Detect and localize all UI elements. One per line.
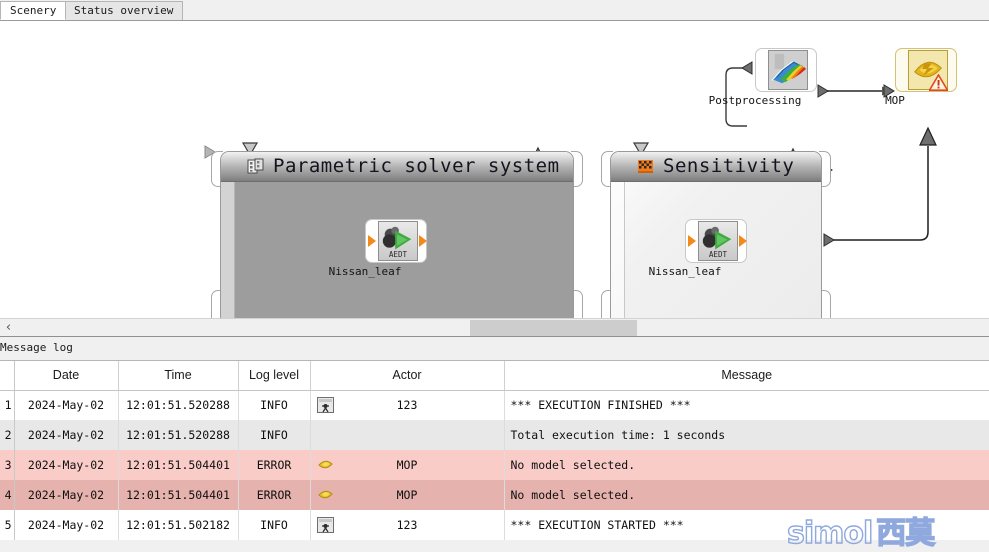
cell-time: 12:01:51.520288 bbox=[118, 420, 239, 450]
cell-rownum: 5 bbox=[0, 510, 15, 540]
cell-time: 12:01:51.502182 bbox=[118, 510, 239, 540]
cell-message: Total execution time: 1 seconds bbox=[504, 420, 989, 450]
aedt-icon: AEDT bbox=[378, 221, 418, 261]
cell-loglevel: ERROR bbox=[238, 480, 311, 510]
cell-actor: MOP bbox=[310, 480, 505, 510]
system-parametric-solver[interactable]: Parametric solver system AEDT Nissan_lea… bbox=[211, 151, 583, 318]
system-title: Parametric solver system bbox=[273, 155, 560, 177]
table-header-row: Date Time Log level Actor Message bbox=[0, 361, 989, 391]
cell-actor-text: MOP bbox=[396, 488, 418, 502]
node-output-port[interactable] bbox=[739, 235, 747, 247]
tab-status-overview[interactable]: Status overview bbox=[64, 1, 184, 20]
cell-actor: MOP bbox=[310, 450, 505, 480]
column-header-time[interactable]: Time bbox=[118, 361, 239, 391]
cell-actor bbox=[310, 420, 505, 450]
cell-message: *** EXECUTION FINISHED *** bbox=[504, 390, 989, 420]
system-small-icon bbox=[316, 517, 334, 533]
mop-small-icon bbox=[317, 460, 333, 469]
checkered-flag-icon bbox=[638, 160, 653, 173]
cell-loglevel: ERROR bbox=[238, 450, 311, 480]
column-header-rownum[interactable] bbox=[0, 361, 15, 391]
tab-scenery-label: Scenery bbox=[10, 4, 57, 17]
system-left-strip bbox=[611, 182, 625, 318]
cell-actor-text: MOP bbox=[396, 458, 418, 472]
system-small-icon bbox=[316, 397, 334, 414]
system-sensitivity[interactable]: Sensitivity AEDT Nissan_leaf bbox=[601, 151, 831, 318]
cell-loglevel: INFO bbox=[238, 510, 311, 540]
application-window: Scenery Status overview Parametric solve… bbox=[0, 0, 989, 552]
cell-message: *** EXECUTION STARTED *** bbox=[504, 510, 989, 540]
scrollbar-thumb[interactable] bbox=[470, 320, 637, 336]
table-row[interactable]: 2 2024-May-02 12:01:51.520288 INFO Total… bbox=[0, 420, 989, 450]
cell-message: No model selected. bbox=[504, 480, 989, 510]
system-title: Sensitivity bbox=[663, 155, 795, 177]
aedt-icon: AEDT bbox=[698, 221, 738, 261]
table-row[interactable]: 3 2024-May-02 12:01:51.504401 ERROR MOP … bbox=[0, 450, 989, 480]
svg-text:AEDT: AEDT bbox=[709, 250, 728, 259]
table-row[interactable]: 4 2024-May-02 12:01:51.504401 ERROR MOP … bbox=[0, 480, 989, 510]
cell-actor: 123 bbox=[310, 390, 505, 420]
workflow-canvas[interactable]: Parametric solver system AEDT Nissan_lea… bbox=[0, 21, 989, 318]
tab-scenery[interactable]: Scenery bbox=[0, 1, 67, 20]
node-input-port[interactable] bbox=[688, 235, 696, 247]
cell-time: 12:01:51.520288 bbox=[118, 390, 239, 420]
cell-date: 2024-May-02 bbox=[14, 510, 119, 540]
cell-date: 2024-May-02 bbox=[14, 480, 119, 510]
cell-message: No model selected. bbox=[504, 450, 989, 480]
message-log-table[interactable]: Date Time Log level Actor Message 1 2024… bbox=[0, 361, 989, 540]
tab-status-overview-label: Status overview bbox=[74, 4, 174, 17]
column-header-actor[interactable]: Actor bbox=[310, 361, 505, 391]
cell-actor-text: 123 bbox=[396, 398, 418, 413]
message-log-panel: Message log Date Time Log level Actor Me… bbox=[0, 337, 989, 552]
cell-actor: 123 bbox=[310, 510, 505, 540]
node-label: Nissan_leaf bbox=[648, 265, 722, 278]
svg-text:AEDT: AEDT bbox=[389, 250, 408, 259]
cell-rownum: 2 bbox=[0, 420, 15, 450]
cell-rownum: 1 bbox=[0, 390, 15, 420]
cell-actor-text: 123 bbox=[396, 518, 418, 532]
system-icon bbox=[247, 158, 264, 174]
surface-plot-icon bbox=[768, 50, 808, 90]
table-header: Date Time Log level Actor Message bbox=[0, 361, 989, 391]
table-row[interactable]: 1 2024-May-02 12:01:51.520288 INFO 123 * bbox=[0, 390, 989, 420]
warning-triangle-icon bbox=[929, 74, 948, 91]
system-left-strip bbox=[221, 182, 235, 318]
cell-loglevel: INFO bbox=[238, 420, 311, 450]
node-label: Nissan_leaf bbox=[328, 265, 402, 278]
cell-rownum: 4 bbox=[0, 480, 15, 510]
table-body: 1 2024-May-02 12:01:51.520288 INFO 123 * bbox=[0, 390, 989, 540]
node-label: MOP bbox=[885, 94, 905, 107]
cell-date: 2024-May-02 bbox=[14, 450, 119, 480]
scroll-left-arrow[interactable]: ‹ bbox=[2, 321, 15, 335]
node-input-port[interactable] bbox=[368, 235, 376, 247]
cell-date: 2024-May-02 bbox=[14, 390, 119, 420]
cell-date: 2024-May-02 bbox=[14, 420, 119, 450]
column-header-loglevel[interactable]: Log level bbox=[238, 361, 311, 391]
node-output-port[interactable] bbox=[419, 235, 427, 247]
mop-small-icon bbox=[317, 490, 333, 499]
tab-bar: Scenery Status overview bbox=[0, 0, 989, 21]
cell-loglevel: INFO bbox=[238, 390, 311, 420]
column-header-date[interactable]: Date bbox=[14, 361, 119, 391]
message-log-title: Message log bbox=[0, 337, 989, 361]
table-row[interactable]: 5 2024-May-02 12:01:51.502182 INFO 123 * bbox=[0, 510, 989, 540]
canvas-horizontal-scrollbar[interactable]: ‹ bbox=[0, 318, 989, 337]
node-label: Postprocessing bbox=[708, 94, 802, 107]
cell-rownum: 3 bbox=[0, 450, 15, 480]
cell-time: 12:01:51.504401 bbox=[118, 450, 239, 480]
cell-time: 12:01:51.504401 bbox=[118, 480, 239, 510]
column-header-message[interactable]: Message bbox=[504, 361, 989, 391]
